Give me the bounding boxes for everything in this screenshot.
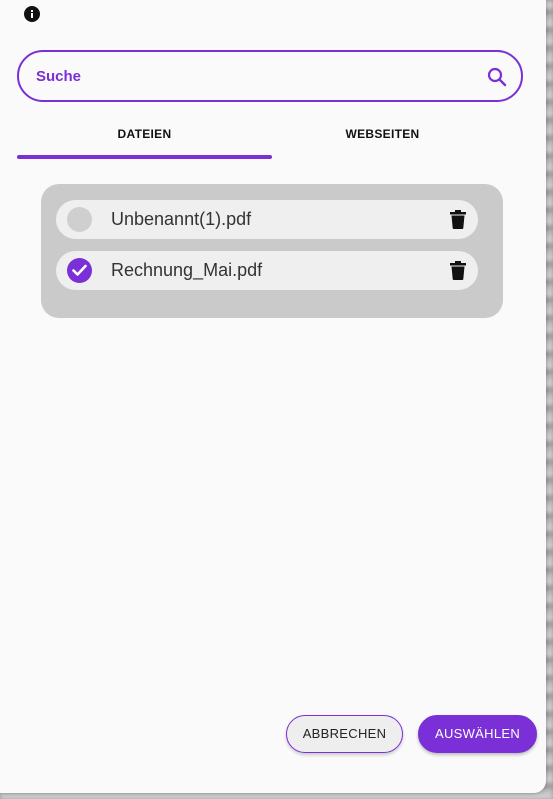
trash-icon[interactable]	[450, 261, 466, 280]
tab-websites[interactable]: WEBSEITEN	[255, 127, 510, 141]
search-field[interactable]	[17, 50, 523, 102]
select-button[interactable]: AUSWÄHLEN	[418, 715, 537, 753]
file-name: Unbenannt(1).pdf	[111, 209, 252, 229]
unchecked-circle-icon[interactable]	[67, 207, 92, 232]
file-list-item[interactable]: Unbenannt(1).pdf	[56, 200, 478, 239]
search-input[interactable]	[36, 52, 476, 100]
active-tab-indicator	[17, 155, 272, 159]
cancel-button[interactable]: ABBRECHEN	[286, 715, 403, 753]
info-icon[interactable]	[24, 6, 40, 22]
check-circle-icon[interactable]	[67, 258, 92, 283]
search-icon[interactable]	[487, 67, 507, 87]
check-icon	[72, 264, 87, 276]
tab-files[interactable]: DATEIEN	[17, 127, 272, 141]
file-list-item[interactable]: Rechnung_Mai.pdf	[56, 251, 478, 290]
file-name: Rechnung_Mai.pdf	[111, 260, 263, 280]
file-list: Unbenannt(1).pdf Rechnung_Mai.pdf	[41, 184, 503, 318]
trash-icon[interactable]	[450, 210, 466, 229]
file-picker-dialog: DATEIEN WEBSEITEN Unbenannt(1).pdf Rechn…	[0, 0, 546, 793]
